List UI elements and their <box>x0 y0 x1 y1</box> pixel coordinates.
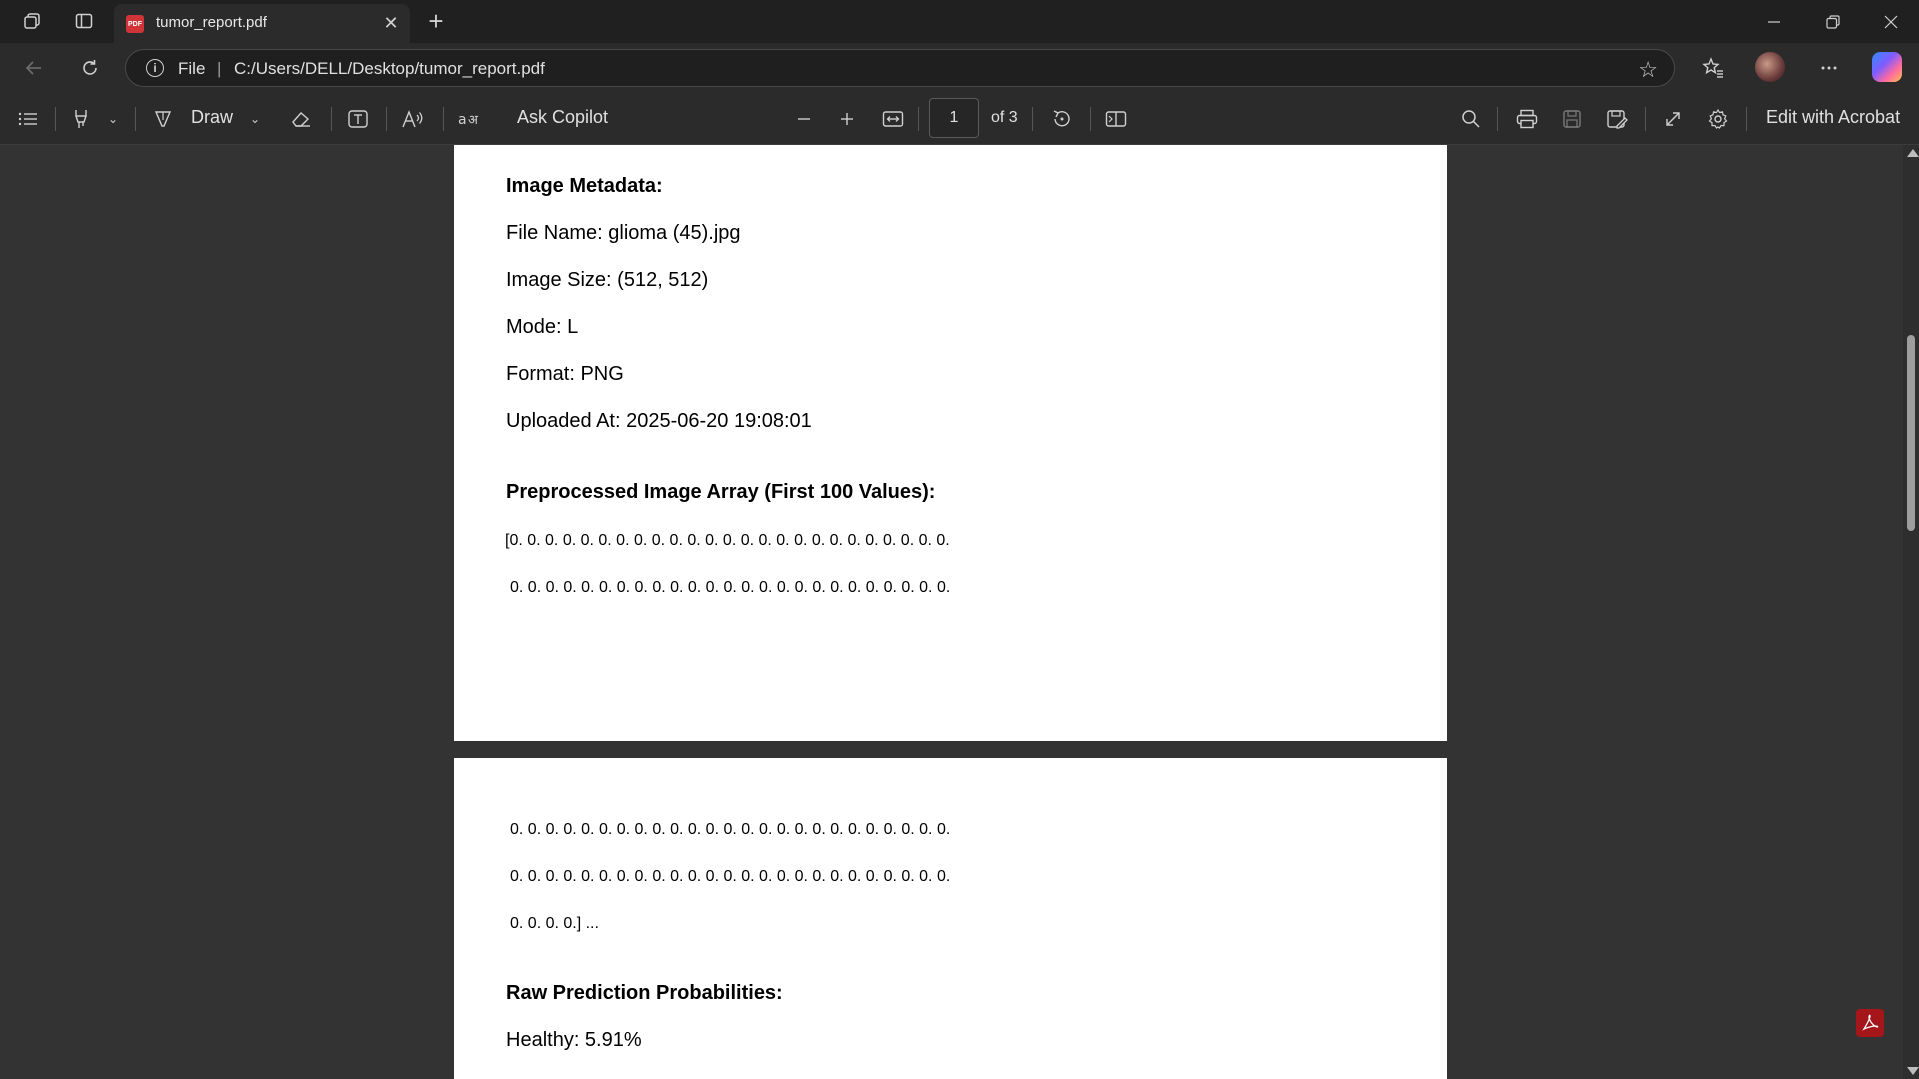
draw-chevron-down-icon[interactable]: ⌄ <box>246 106 264 132</box>
page-total: of 3 <box>991 109 1018 126</box>
array-line: 0. 0. 0. 0. 0. 0. 0. 0. 0. 0. 0. 0. 0. 0… <box>510 868 951 885</box>
fit-width-icon[interactable] <box>880 106 906 132</box>
vertical-scrollbar[interactable] <box>1903 145 1919 1079</box>
settings-gear-icon[interactable] <box>1705 106 1731 132</box>
favorite-star-icon[interactable]: ☆ <box>1638 57 1658 83</box>
address-bar[interactable]: i File | C:/Users/DELL/Desktop/tumor_rep… <box>125 49 1675 87</box>
array-line: 0. 0. 0. 0. 0. 0. 0. 0. 0. 0. 0. 0. 0. 0… <box>510 821 951 838</box>
toolbar-divider <box>443 107 444 131</box>
tab-title: tumor_report.pdf <box>156 14 267 31</box>
pdf-viewport[interactable]: Image Metadata: File Name: glioma (45).j… <box>0 145 1919 1079</box>
draw-label[interactable]: Draw <box>191 107 233 128</box>
toolbar-divider <box>331 107 332 131</box>
vertical-tabs-icon[interactable] <box>71 8 97 34</box>
read-aloud-icon[interactable] <box>400 106 426 132</box>
file-name-line: File Name: glioma (45).jpg <box>506 222 741 244</box>
toolbar-divider <box>1497 107 1498 131</box>
translate-icon[interactable]: aअ <box>456 106 484 132</box>
probabilities-heading: Raw Prediction Probabilities: <box>506 982 783 1004</box>
contents-list-icon[interactable] <box>15 106 41 132</box>
mode-line: Mode: L <box>506 316 579 338</box>
array-heading: Preprocessed Image Array (First 100 Valu… <box>506 481 936 503</box>
toolbar-divider <box>1645 107 1646 131</box>
more-menu-icon[interactable] <box>1815 54 1843 82</box>
scheme-separator: | <box>217 59 222 78</box>
fullscreen-icon[interactable] <box>1660 106 1686 132</box>
highlight-chevron-down-icon[interactable]: ⌄ <box>104 106 122 132</box>
save-as-icon[interactable] <box>1604 106 1630 132</box>
print-icon[interactable] <box>1514 106 1540 132</box>
close-tab-icon[interactable]: ✕ <box>380 12 402 34</box>
zoom-out-icon[interactable] <box>791 106 817 132</box>
uploaded-at-line: Uploaded At: 2025-06-20 19:08:01 <box>506 410 812 432</box>
scheme-label: File <box>178 59 206 78</box>
page-view-icon[interactable] <box>1103 106 1129 132</box>
edit-with-acrobat-button[interactable]: Edit with Acrobat <box>1766 107 1900 128</box>
array-line: [0. 0. 0. 0. 0. 0. 0. 0. 0. 0. 0. 0. 0. … <box>505 532 950 549</box>
minimize-button[interactable] <box>1746 0 1802 43</box>
svg-text:अ: अ <box>468 113 479 128</box>
format-line: Format: PNG <box>506 363 624 385</box>
array-line: 0. 0. 0. 0.] ... <box>510 915 599 932</box>
metadata-heading: Image Metadata: <box>506 175 663 197</box>
url-text[interactable]: C:/Users/DELL/Desktop/tumor_report.pdf <box>234 59 545 79</box>
eraser-icon[interactable] <box>288 106 314 132</box>
healthy-probability: Healthy: 5.91% <box>506 1029 642 1051</box>
scroll-down-arrow-icon[interactable] <box>1907 1067 1919 1075</box>
address-row: i File | C:/Users/DELL/Desktop/tumor_rep… <box>0 43 1919 93</box>
tab-tumor-report[interactable]: PDF tumor_report.pdf ✕ <box>114 4 410 43</box>
pdf-toolbar: ⌄ Draw ⌄ aअ Ask Copilot 1 of 3 Edit with… <box>0 93 1919 145</box>
toolbar-divider <box>1032 107 1033 131</box>
title-bar: PDF tumor_report.pdf ✕ + <box>0 0 1919 43</box>
scroll-up-arrow-icon[interactable] <box>1907 149 1919 157</box>
image-size-line: Image Size: (512, 512) <box>506 269 709 291</box>
workspaces-icon[interactable] <box>19 8 45 34</box>
restore-button[interactable] <box>1805 0 1861 43</box>
highlight-icon[interactable] <box>68 106 94 132</box>
info-icon[interactable]: i <box>146 59 164 77</box>
profile-avatar[interactable] <box>1755 52 1785 82</box>
pdf-page-1: Image Metadata: File Name: glioma (45).j… <box>454 145 1447 741</box>
refresh-icon[interactable] <box>76 54 104 82</box>
back-icon[interactable] <box>20 54 48 82</box>
page-number-input[interactable]: 1 <box>929 98 979 138</box>
toolbar-divider <box>386 107 387 131</box>
zoom-in-icon[interactable] <box>834 106 860 132</box>
toolbar-divider <box>918 107 919 131</box>
ask-copilot-button[interactable]: Ask Copilot <box>517 107 608 128</box>
close-window-button[interactable] <box>1863 0 1919 43</box>
toolbar-divider <box>1090 107 1091 131</box>
toolbar-divider <box>1746 107 1747 131</box>
array-line: 0. 0. 0. 0. 0. 0. 0. 0. 0. 0. 0. 0. 0. 0… <box>510 579 951 596</box>
acrobat-icon[interactable] <box>1856 1009 1884 1037</box>
add-text-icon[interactable] <box>345 106 371 132</box>
toolbar-divider <box>55 107 56 131</box>
svg-text:a: a <box>458 112 467 128</box>
pdf-icon: PDF <box>126 15 144 33</box>
copilot-icon[interactable] <box>1872 52 1902 82</box>
pdf-page-2: 0. 0. 0. 0. 0. 0. 0. 0. 0. 0. 0. 0. 0. 0… <box>454 758 1447 1079</box>
draw-pen-icon[interactable] <box>150 106 176 132</box>
favorites-icon[interactable] <box>1699 54 1727 82</box>
toolbar-divider <box>135 107 136 131</box>
save-icon[interactable] <box>1559 106 1585 132</box>
new-tab-button[interactable]: + <box>422 8 450 36</box>
rotate-icon[interactable] <box>1049 106 1075 132</box>
scrollbar-thumb[interactable] <box>1907 335 1915 531</box>
search-icon[interactable] <box>1458 106 1484 132</box>
